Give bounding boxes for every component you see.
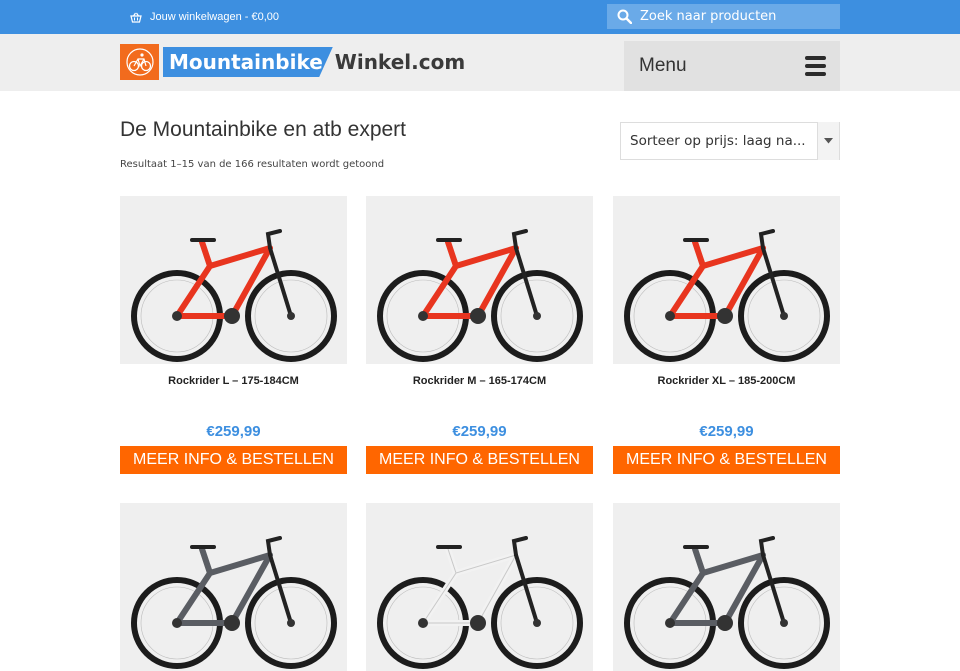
top-bar: Jouw winkelwagen - €0,00 <box>0 0 960 34</box>
product-card: Rockrider L – 175-184CM €259,99 MEER INF… <box>120 196 347 474</box>
product-price: €259,99 <box>699 423 754 440</box>
cart-label: Jouw winkelwagen - €0,00 <box>150 11 280 23</box>
product-card: Rockrider XL – 185-200CM €259,99 MEER IN… <box>613 196 840 474</box>
bike-illustration <box>377 536 583 669</box>
logo-text-secondary: Winkel.com <box>334 50 466 74</box>
bike-illustration <box>131 229 337 362</box>
product-image[interactable] <box>120 196 347 364</box>
bike-illustration <box>377 229 583 362</box>
hamburger-icon <box>805 56 826 76</box>
menu-label: Menu <box>639 55 687 76</box>
site-header: Mountainbike Winkel.com Menu <box>0 34 960 91</box>
logo-text-primary: Mountainbike <box>163 47 333 77</box>
sort-selected-value: Sorteer op prijs: laag na... <box>630 133 806 149</box>
cart-link[interactable]: Jouw winkelwagen - €0,00 <box>130 0 279 34</box>
more-info-button[interactable]: MEER INFO & BESTELLEN <box>366 446 593 474</box>
product-image[interactable] <box>613 196 840 364</box>
bike-illustration <box>131 536 337 669</box>
basket-icon <box>130 12 142 23</box>
product-name[interactable]: Rockrider M – 165-174CM <box>366 375 593 421</box>
bike-illustration <box>624 536 830 669</box>
product-card <box>613 503 840 671</box>
product-card <box>366 503 593 671</box>
more-info-button[interactable]: MEER INFO & BESTELLEN <box>120 446 347 474</box>
sort-dropdown[interactable]: Sorteer op prijs: laag na... <box>620 122 840 160</box>
product-image[interactable] <box>366 503 593 671</box>
menu-button[interactable]: Menu <box>624 41 840 91</box>
search-icon <box>617 9 632 24</box>
search-input[interactable] <box>640 9 830 24</box>
bike-illustration <box>624 229 830 362</box>
product-card <box>120 503 347 671</box>
more-info-button[interactable]: MEER INFO & BESTELLEN <box>613 446 840 474</box>
product-name[interactable]: Rockrider XL – 185-200CM <box>613 375 840 421</box>
product-price: €259,99 <box>452 423 507 440</box>
product-image[interactable] <box>120 503 347 671</box>
page-title: De Mountainbike en atb expert <box>120 118 407 141</box>
product-image[interactable] <box>613 503 840 671</box>
result-count: Resultaat 1–15 van de 166 resultaten wor… <box>120 159 385 170</box>
site-logo[interactable]: Mountainbike Winkel.com <box>120 44 465 80</box>
product-card: Rockrider M – 165-174CM €259,99 MEER INF… <box>366 196 593 474</box>
chevron-down-icon[interactable] <box>817 122 839 160</box>
product-name[interactable]: Rockrider L – 175-184CM <box>120 375 347 421</box>
product-price: €259,99 <box>206 423 261 440</box>
product-image[interactable] <box>366 196 593 364</box>
search-box[interactable] <box>607 4 840 29</box>
bike-logo-icon <box>120 44 159 80</box>
